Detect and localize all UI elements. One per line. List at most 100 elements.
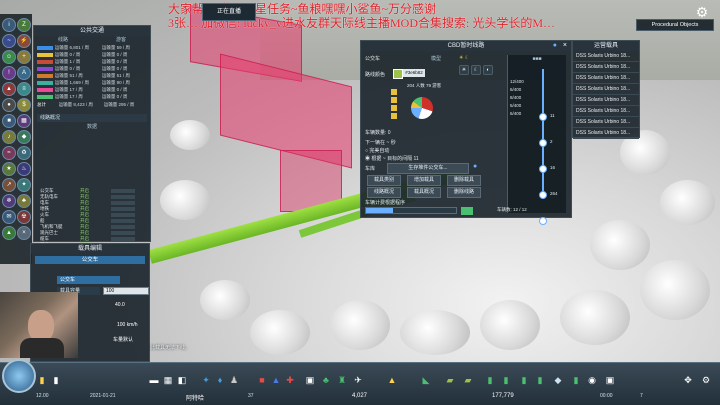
districts-icon[interactable]: ◧ <box>176 374 188 386</box>
camera-icon[interactable]: ◉ <box>586 374 598 386</box>
mod-tool-icon[interactable]: ▮ <box>484 374 496 386</box>
paint-icon[interactable]: ▰ <box>444 374 456 386</box>
park-icon[interactable]: ♣ <box>17 194 31 208</box>
monuments-icon[interactable]: ♜ <box>336 374 348 386</box>
procedural-objects-button[interactable]: Procedural Objects <box>636 19 714 31</box>
roads-icon[interactable]: ▬ <box>148 374 160 386</box>
brush-icon[interactable]: ▰ <box>462 374 474 386</box>
stop-marker[interactable] <box>539 217 547 225</box>
vehicle-list-item[interactable]: DSS Solaris Urbino 18... <box>573 106 639 117</box>
line-color-swatch[interactable] <box>393 69 403 79</box>
garbage-icon[interactable]: ♻ <box>17 146 31 160</box>
type-toggle[interactable] <box>111 201 135 205</box>
location-icon[interactable]: ● <box>553 41 557 51</box>
disaster-tool-icon[interactable]: ▲ <box>386 374 398 386</box>
terrain-icon[interactable]: ▲ <box>2 226 16 240</box>
vehicle-overview-button[interactable]: 载具概况 <box>407 187 441 198</box>
fire-dept-icon[interactable]: ■ <box>256 374 268 386</box>
confirm-icon[interactable] <box>461 207 473 215</box>
transport-tool-icon[interactable]: ✈ <box>352 374 364 386</box>
crime-icon[interactable]: ! <box>2 66 16 80</box>
mod-tool-icon[interactable]: ◆ <box>552 374 564 386</box>
pin-icon[interactable]: ● <box>473 163 477 170</box>
public-transport-icon[interactable]: ■ <box>2 114 16 128</box>
happiness-icon[interactable]: ☺ <box>2 50 16 64</box>
mod-tool-icon[interactable]: ▮ <box>570 374 582 386</box>
landscaping-icon[interactable]: ◣ <box>420 374 432 386</box>
type-toggle[interactable] <box>111 225 135 229</box>
type-toggle[interactable] <box>111 195 135 199</box>
delete-line-button[interactable]: 删除线路 <box>447 187 481 198</box>
zoning-tool-icon[interactable]: ▦ <box>162 374 174 386</box>
gear-icon[interactable]: ⚙ <box>694 4 710 20</box>
density-icon[interactable]: ▦ <box>17 114 31 128</box>
type-toggle[interactable] <box>111 207 135 211</box>
education-icon[interactable]: A <box>17 66 31 80</box>
garbage-tool-icon[interactable]: ♟ <box>228 374 240 386</box>
heating-icon[interactable]: ♨ <box>17 162 31 176</box>
vehicle-list-item[interactable]: DSS Solaris Urbino 18... <box>573 73 639 84</box>
transport-row[interactable]: 运输量 51 / 周 运输量 51 / 周 <box>37 73 147 79</box>
radio-auto[interactable]: ○ 完美自动 <box>365 147 389 154</box>
mod-tool-icon[interactable]: ▮ <box>534 374 546 386</box>
wind-icon[interactable]: ≈ <box>2 146 16 160</box>
type-toggle[interactable] <box>111 189 135 193</box>
vehicle-list-item[interactable]: DSS Solaris Urbino 18... <box>573 117 639 128</box>
stop-marker[interactable] <box>539 113 547 121</box>
parks-icon[interactable]: ♣ <box>320 374 332 386</box>
healthcare-icon[interactable]: ✚ <box>284 374 296 386</box>
zoning-icon[interactable]: Z <box>17 18 31 32</box>
color-hex-input[interactable]: #3e6b82 <box>403 69 425 77</box>
add-vehicle-button[interactable]: 增加载具 <box>407 175 441 186</box>
land-value-icon[interactable]: $ <box>17 98 31 112</box>
type-toggle[interactable] <box>111 213 135 217</box>
weekend-icon[interactable]: ◐ <box>483 65 493 75</box>
vehicle-list-item[interactable]: DSS Solaris Urbino 18... <box>573 62 639 73</box>
snow-icon[interactable]: ❄ <box>2 194 16 208</box>
tourism-icon[interactable]: ★ <box>2 162 16 176</box>
health-icon[interactable]: + <box>17 50 31 64</box>
transport-row[interactable]: 运输量 0 / 周 运输量 0 / 周 <box>37 66 147 72</box>
settings-icon[interactable]: ⚙ <box>700 374 712 386</box>
unlock-icon[interactable]: ▮ <box>50 374 62 386</box>
water-icon[interactable]: ~ <box>2 34 16 48</box>
mod-tool-icon[interactable]: ▮ <box>500 374 512 386</box>
move-icon[interactable]: ✥ <box>682 374 694 386</box>
post-icon[interactable]: ✉ <box>2 210 16 224</box>
transport-row[interactable]: 运输量 17 / 周 运输量 0 / 周 <box>37 87 147 93</box>
vehicle-list-item[interactable]: DSS Solaris Urbino 18... <box>573 128 639 139</box>
close-icon[interactable]: × <box>563 41 567 51</box>
education-tool-icon[interactable]: ▣ <box>304 374 316 386</box>
outside-icon[interactable]: ↗ <box>2 178 16 192</box>
moon-icon[interactable]: ☾ <box>471 65 481 75</box>
electricity-icon[interactable]: ⚡ <box>17 34 31 48</box>
police-icon[interactable]: ▲ <box>270 374 282 386</box>
day-night-icon[interactable]: ☀ ☾ <box>459 55 469 61</box>
line-overview-button[interactable]: 线路概况 <box>367 187 401 198</box>
transport-row[interactable]: 运输量 1 / 周 运输量 0 / 周 <box>37 59 147 65</box>
electricity-tool-icon[interactable]: ✦ <box>200 374 212 386</box>
type-toggle[interactable] <box>111 237 135 241</box>
photo-icon[interactable]: ▣ <box>604 374 616 386</box>
billing-slider[interactable] <box>365 207 457 214</box>
transport-row[interactable]: 运输量 1,669 / 周 运输量 90 / 周 <box>37 80 147 86</box>
disaster-icon[interactable]: ☢ <box>17 210 31 224</box>
pollution-icon[interactable]: ● <box>2 98 16 112</box>
water-tool-icon[interactable]: ♦ <box>214 374 226 386</box>
noise-icon[interactable]: ♪ <box>2 130 16 144</box>
stop-marker[interactable] <box>539 191 547 199</box>
stop-marker[interactable] <box>539 165 547 173</box>
mod-tool-icon[interactable]: ▮ <box>518 374 530 386</box>
depot-select-button[interactable]: 生存堆件公交车... <box>387 163 469 174</box>
transport-row[interactable]: 运输量 6,801 / 周 运输量 59 / 周 <box>37 45 147 51</box>
escape-icon[interactable]: × <box>17 226 31 240</box>
population-icon[interactable]: ▮ <box>36 374 48 386</box>
fire-icon[interactable]: ▲ <box>2 82 16 96</box>
city-name[interactable]: 阿特哈 <box>186 393 204 402</box>
resources-icon[interactable]: ◆ <box>17 130 31 144</box>
vehicle-list-item[interactable]: DSS Solaris Urbino 18... <box>573 95 639 106</box>
chirper-icon[interactable] <box>2 359 36 393</box>
transport-row[interactable]: 运输量 0 / 周 运输量 0 / 周 <box>37 52 147 58</box>
type-toggle[interactable] <box>111 219 135 223</box>
capacity-input[interactable] <box>103 287 149 295</box>
